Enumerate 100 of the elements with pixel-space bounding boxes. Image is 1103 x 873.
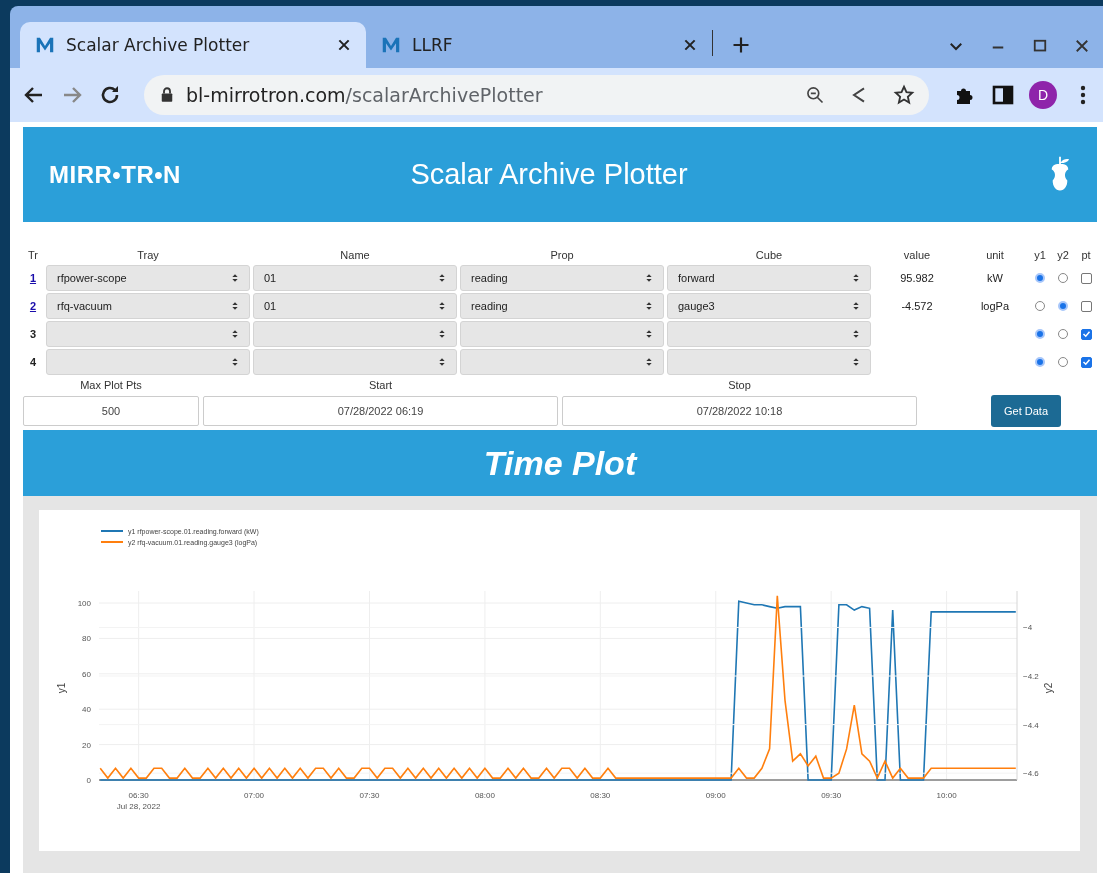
select-field[interactable]: rfq-vacuum xyxy=(46,293,250,319)
plot-title: Time Plot xyxy=(483,443,637,483)
tick-label: −4.4 xyxy=(1023,720,1039,730)
y2-radio[interactable] xyxy=(1058,329,1068,339)
column-header: y1 xyxy=(1033,248,1047,263)
url-text: bl-mirrotron.com/scalarArchivePlotter xyxy=(186,84,543,106)
y1-radio[interactable] xyxy=(1035,301,1045,311)
updown-arrows-icon xyxy=(645,328,653,340)
select-value: rfpower-scope xyxy=(57,272,128,284)
select-field[interactable] xyxy=(667,321,871,347)
trace-link[interactable]: 2 xyxy=(23,300,43,312)
zoom-out-icon[interactable] xyxy=(805,85,825,105)
tick-label: −4.2 xyxy=(1023,672,1039,682)
updown-arrows-icon xyxy=(231,356,239,368)
tab-title: Scalar Archive Plotter xyxy=(66,35,251,55)
y2-radio[interactable] xyxy=(1058,357,1068,367)
y2-radio[interactable] xyxy=(1058,301,1068,311)
select-field[interactable] xyxy=(46,321,250,347)
select-field[interactable]: 01 xyxy=(253,265,457,291)
column-header: value xyxy=(902,248,932,263)
updown-arrows-icon xyxy=(852,300,860,312)
column-header: Prop xyxy=(549,248,575,263)
field-label: Stop xyxy=(727,379,752,393)
input-field[interactable]: 07/28/2022 06:19 xyxy=(203,396,558,426)
updown-arrows-icon xyxy=(645,300,653,312)
y1-radio[interactable] xyxy=(1035,357,1045,367)
unit-cell-text: logPa xyxy=(979,300,1011,312)
select-value: reading xyxy=(471,272,509,284)
tick-label: 10:00 xyxy=(936,791,957,800)
y2-radio[interactable] xyxy=(1058,273,1068,283)
value-cell-text: 95.982 xyxy=(899,272,935,284)
logo: MIRR•TR•N xyxy=(49,160,182,189)
trace-number: 4 xyxy=(28,356,38,368)
y1-radio[interactable] xyxy=(1035,329,1045,339)
value-cell-text: -4.572 xyxy=(900,300,934,312)
trace-number: 3 xyxy=(28,328,38,340)
select-field[interactable] xyxy=(460,349,664,375)
select-field[interactable]: gauge3 xyxy=(667,293,871,319)
browser-tab[interactable]: LLRF xyxy=(366,22,712,68)
tick-label: 08:00 xyxy=(474,791,495,800)
star-icon[interactable] xyxy=(893,84,915,106)
updown-arrows-icon xyxy=(852,328,860,340)
input-field[interactable]: 07/28/2022 10:18 xyxy=(562,396,917,426)
column-header: Tr xyxy=(27,248,39,263)
tick-label: 09:30 xyxy=(821,791,842,800)
new-tab-icon[interactable] xyxy=(731,35,751,55)
page-title: Scalar Archive Plotter xyxy=(409,158,689,191)
select-field[interactable] xyxy=(460,321,664,347)
tick-label: 80 xyxy=(82,634,91,644)
get-data-button[interactable]: Get Data xyxy=(991,395,1061,427)
close-icon[interactable] xyxy=(682,37,698,53)
select-field[interactable]: reading xyxy=(460,265,664,291)
select-field[interactable]: 01 xyxy=(253,293,457,319)
unit-cell-text: kW xyxy=(986,272,1004,284)
updown-arrows-icon xyxy=(852,356,860,368)
column-header: y2 xyxy=(1056,248,1070,263)
browser-tab[interactable]: Scalar Archive Plotter xyxy=(20,22,366,68)
input-field[interactable]: 500 xyxy=(23,396,199,426)
column-header: unit xyxy=(985,248,1005,263)
tick-label: 0 xyxy=(86,776,91,785)
close-icon[interactable] xyxy=(1073,37,1091,55)
pt-checkbox[interactable] xyxy=(1080,356,1092,368)
column-header: Cube xyxy=(754,248,784,263)
tick-label: 08:30 xyxy=(590,791,611,800)
updown-arrows-icon xyxy=(438,356,446,368)
tick-label: −4 xyxy=(1023,623,1033,633)
tick-label: Jul 28, 2022 xyxy=(116,802,161,811)
close-icon[interactable] xyxy=(336,37,352,53)
axis-title: y2 xyxy=(1043,682,1054,694)
select-field[interactable]: forward xyxy=(667,265,871,291)
select-value: rfq-vacuum xyxy=(57,300,114,312)
select-value: 01 xyxy=(264,300,278,312)
address-bar[interactable]: bl-mirrotron.com/scalarArchivePlotter xyxy=(144,75,929,115)
column-header: Name xyxy=(339,248,371,263)
select-field[interactable] xyxy=(667,349,871,375)
profile-avatar[interactable]: D xyxy=(1029,81,1057,109)
select-field[interactable] xyxy=(46,349,250,375)
updown-arrows-icon xyxy=(438,300,446,312)
select-value: 01 xyxy=(264,272,278,284)
updown-arrows-icon xyxy=(231,272,239,284)
select-field[interactable] xyxy=(253,321,457,347)
tick-label: 40 xyxy=(82,705,91,715)
tick-label: 09:00 xyxy=(705,791,726,800)
select-field[interactable]: rfpower-scope xyxy=(46,265,250,291)
pt-checkbox[interactable] xyxy=(1080,272,1092,284)
pt-checkbox[interactable] xyxy=(1080,300,1092,312)
pt-checkbox[interactable] xyxy=(1080,328,1092,340)
select-value: forward xyxy=(678,272,716,284)
tick-label: 07:30 xyxy=(359,791,380,800)
trace-link[interactable]: 1 xyxy=(23,272,43,284)
select-field[interactable] xyxy=(253,349,457,375)
select-value: gauge3 xyxy=(678,300,716,312)
select-field[interactable]: reading xyxy=(460,293,664,319)
side-panel-icon[interactable] xyxy=(991,83,1015,107)
updown-arrows-icon xyxy=(852,272,860,284)
tab-title: LLRF xyxy=(412,35,454,55)
field-label: Max Plot Pts xyxy=(79,379,143,393)
updown-arrows-icon xyxy=(438,328,446,340)
y1-radio[interactable] xyxy=(1035,273,1045,283)
field-label: Start xyxy=(367,379,394,393)
